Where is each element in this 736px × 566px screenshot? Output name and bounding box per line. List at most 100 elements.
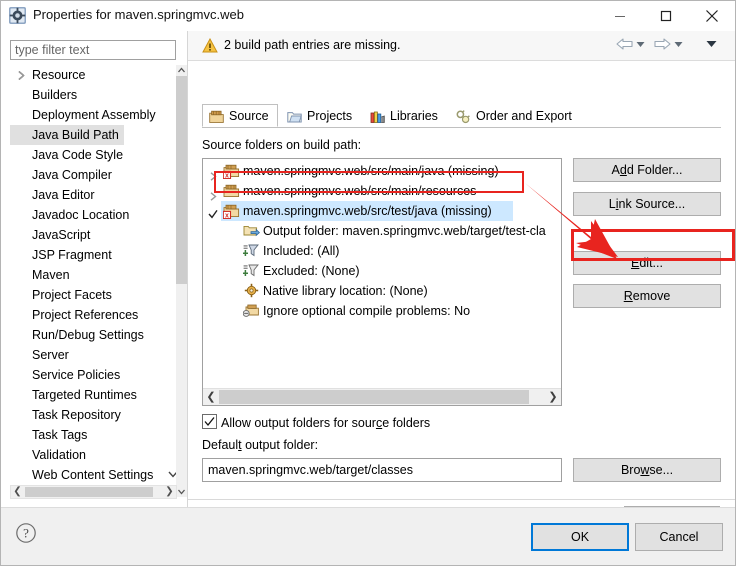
sidebar-item-label: Maven <box>32 268 70 282</box>
order-export-icon <box>456 109 471 131</box>
sidebar-horizontal-scrollbar[interactable]: ❮ ❯ <box>10 485 177 499</box>
tab-label: Projects <box>307 109 353 123</box>
tab-source[interactable]: Source <box>202 104 278 127</box>
sidebar-item-web-content-settings[interactable]: Web Content Settings <box>10 465 177 485</box>
tab-projects[interactable]: Projects <box>280 104 361 127</box>
source-folder-row[interactable]: Output folder: maven.springmvc.web/targe… <box>203 221 561 241</box>
sidebar-item-task-tags[interactable]: Task Tags <box>10 425 177 445</box>
close-button[interactable] <box>689 1 735 31</box>
sidebar-item-label: Run/Debug Settings <box>32 328 144 342</box>
warning-text: 2 build path entries are missing. <box>224 38 401 52</box>
sidebar-item-javadoc-location[interactable]: Javadoc Location <box>10 205 177 225</box>
source-tab-content: Source Projects Libraries Order and Export … <box>188 62 735 537</box>
list-scroll-right-icon[interactable]: ❯ <box>545 389 561 405</box>
sidebar-item-label: Java Editor <box>32 188 95 202</box>
filter-input[interactable] <box>10 40 176 60</box>
sidebar-item-run-debug-settings[interactable]: Run/Debug Settings <box>10 325 177 345</box>
scroll-right-icon[interactable]: ❯ <box>163 486 176 498</box>
source-folders-list[interactable]: x maven.springmvc.web/src/main/java (miss… <box>202 158 562 406</box>
remove-button[interactable]: Remove <box>573 284 721 308</box>
svg-text:?: ? <box>23 526 29 541</box>
sidebar-item-project-references[interactable]: Project References <box>10 305 177 325</box>
default-output-folder-input[interactable] <box>202 458 562 482</box>
help-icon[interactable]: ? <box>15 522 39 546</box>
browse-button[interactable]: Browse... <box>573 458 721 482</box>
sidebar-hscroll-thumb[interactable] <box>25 487 153 497</box>
sidebar-item-java-build-path[interactable]: Java Build Path <box>10 125 177 145</box>
back-dropdown-icon[interactable] <box>636 37 649 55</box>
edit-button[interactable]: Edit... <box>573 251 721 275</box>
allow-output-folders-label: Allow output folders for source folders <box>221 416 431 430</box>
libraries-icon <box>370 109 385 131</box>
sidebar-item-builders[interactable]: Builders <box>10 85 177 105</box>
sidebar-item-java-compiler[interactable]: Java Compiler <box>10 70 177 185</box>
properties-content-pane: 2 build path entries are missing. Source… <box>187 31 735 537</box>
sidebar-item-server[interactable]: Server <box>10 345 177 365</box>
settings-tree[interactable]: Resource Builders Deployment Assembly Java … <box>10 65 177 497</box>
sidebar-item-service-policies[interactable]: Service Policies <box>10 365 177 385</box>
sidebar-item-deployment-assembly[interactable]: Deployment Assembly <box>10 105 177 125</box>
sidebar-item-label: Web Content Settings <box>32 468 154 482</box>
compile-problems-icon <box>242 303 260 324</box>
source-folder-row[interactable]: x maven.springmvc.web/src/main/java (miss… <box>203 161 561 181</box>
minimize-button[interactable] <box>597 1 643 31</box>
source-folder-row[interactable]: Excluded: (None) <box>203 261 561 281</box>
sidebar-item-maven[interactable]: Maven <box>10 70 177 285</box>
sidebar-item-label: Targeted Runtimes <box>32 388 137 402</box>
list-horizontal-scrollbar[interactable]: ❮ ❯ <box>203 388 561 405</box>
sidebar-item-targeted-runtimes[interactable]: Targeted Runtimes <box>10 385 177 405</box>
forward-arrow-icon[interactable] <box>653 37 673 55</box>
maximize-button[interactable] <box>643 1 689 31</box>
chevron-right-icon[interactable] <box>16 65 28 85</box>
tab-libraries[interactable]: Libraries <box>363 104 447 127</box>
sidebar-item-label: JSP Fragment <box>32 248 112 262</box>
warning-banner: 2 build path entries are missing. <box>188 31 735 61</box>
chevron-right-icon[interactable] <box>209 167 218 181</box>
forward-dropdown-icon[interactable] <box>674 37 687 55</box>
view-menu-icon[interactable] <box>706 37 719 55</box>
sidebar-item-task-repository[interactable]: Task Repository <box>10 70 177 425</box>
add-folder-button[interactable]: Add Folder... <box>573 158 721 182</box>
window-title: Properties for maven.springmvc.web <box>33 7 244 22</box>
warning-icon <box>202 37 218 56</box>
chevron-right-icon[interactable] <box>209 187 218 201</box>
source-folder-row-label: Output folder: maven.springmvc.web/targe… <box>263 224 546 238</box>
sidebar-item-label: Task Tags <box>32 428 88 442</box>
checkbox-box[interactable] <box>202 414 217 429</box>
sidebar-item-jsp-fragment[interactable]: JSP Fragment <box>10 245 177 265</box>
sidebar-item-validation[interactable]: Validation <box>10 70 177 465</box>
sidebar-item-label: Service Policies <box>32 368 121 382</box>
sidebar-item-java-editor[interactable]: Java Editor <box>10 70 177 205</box>
scroll-down-icon[interactable] <box>176 486 187 497</box>
dialog-footer: ? OK Cancel <box>1 507 735 565</box>
cancel-button[interactable]: Cancel <box>635 523 723 551</box>
sidebar-item-javascript[interactable]: JavaScript <box>10 70 177 245</box>
sidebar-item-resource[interactable]: Resource <box>10 65 177 85</box>
sidebar-vertical-scrollbar[interactable] <box>176 65 187 497</box>
source-folder-row-label: Ignore optional compile problems: No <box>263 304 471 318</box>
list-scroll-left-icon[interactable]: ❮ <box>203 389 219 405</box>
scroll-up-icon[interactable] <box>176 65 187 76</box>
sidebar-item-java-code-style[interactable]: Java Code Style <box>10 70 177 165</box>
sidebar-item-label: Project Facets <box>32 288 112 302</box>
source-folder-row[interactable]: Included: (All) <box>203 241 561 261</box>
sidebar-item-label: Resource <box>32 68 86 82</box>
build-path-tabs: Source Projects Libraries Order and Export <box>202 104 721 128</box>
ok-button[interactable]: OK <box>531 523 629 551</box>
sidebar-item-project-facets[interactable]: Project Facets <box>10 285 177 305</box>
allow-output-folders-checkbox[interactable]: Allow output folders for source folders <box>202 414 430 432</box>
tab-label: Libraries <box>390 109 438 123</box>
scroll-left-icon[interactable]: ❮ <box>11 486 24 498</box>
tab-order-and-export[interactable]: Order and Export <box>449 104 581 127</box>
source-folder-row-label: maven.springmvc.web/src/main/resources <box>243 184 477 198</box>
source-folder-row[interactable]: maven.springmvc.web/src/main/resources <box>203 181 561 201</box>
source-folder-row[interactable]: Native library location: (None) <box>203 281 561 301</box>
link-source-button[interactable]: Link Source... <box>573 192 721 216</box>
sidebar-item-label: Java Build Path <box>10 125 124 145</box>
back-arrow-icon[interactable] <box>615 37 635 55</box>
sidebar-scroll-thumb[interactable] <box>176 76 187 284</box>
list-hscroll-thumb[interactable] <box>219 390 529 404</box>
settings-sidebar: Resource Builders Deployment Assembly Java … <box>1 31 187 507</box>
source-folder-row[interactable]: Ignore optional compile problems: No <box>203 301 561 321</box>
source-folder-row[interactable]: x maven.springmvc.web/src/test/java (miss… <box>203 201 561 221</box>
